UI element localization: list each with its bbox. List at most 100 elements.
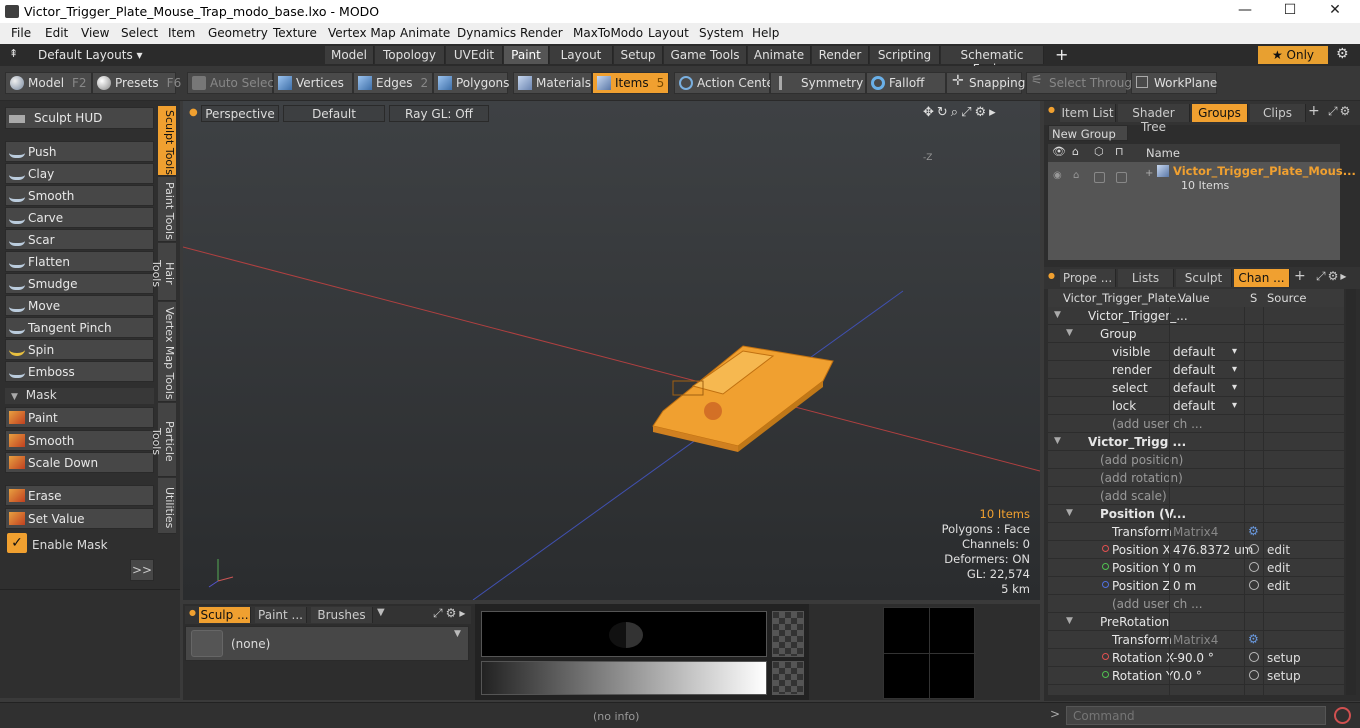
falloff-button[interactable]: Falloff xyxy=(866,72,946,94)
render-toggle-icon[interactable]: ⌂ xyxy=(1073,170,1079,181)
menu-layout[interactable]: Layout xyxy=(648,26,689,40)
enable-mask-checkbox[interactable]: ✓ xyxy=(7,533,27,553)
channel-value[interactable]: 0 m xyxy=(1173,579,1196,593)
command-input[interactable] xyxy=(1066,706,1326,725)
items-button[interactable]: Items 5 xyxy=(592,72,669,94)
tab-item-list[interactable]: Item List xyxy=(1060,104,1116,122)
menu-item[interactable]: Item xyxy=(168,26,195,40)
tab-properties[interactable]: Prope ... xyxy=(1060,269,1116,287)
channel-row[interactable]: (add scale) xyxy=(1048,487,1344,505)
group-row[interactable]: ◉ ⌂ + Victor_Trigger_Plate_Mous... 10 It… xyxy=(1048,162,1356,194)
tool-move[interactable]: Move xyxy=(5,295,154,316)
matrix-gear-icon[interactable]: ⚙ xyxy=(1248,524,1259,538)
panel-expand-icons[interactable]: ⤢⚙ xyxy=(1328,104,1352,119)
channel-value[interactable]: default xyxy=(1173,381,1215,395)
record-icon[interactable] xyxy=(1334,707,1351,724)
model-button[interactable]: Model F2 xyxy=(5,72,92,94)
tool-push[interactable]: Push xyxy=(5,141,154,162)
channel-row[interactable]: Position Z0 m edit xyxy=(1048,577,1344,595)
tab-paint[interactable]: Paint xyxy=(504,46,549,64)
tab-clips[interactable]: Clips xyxy=(1250,104,1306,122)
expand-button[interactable]: >> xyxy=(130,559,154,581)
polygons-button[interactable]: Polygons xyxy=(433,72,509,94)
tool-emboss[interactable]: Emboss xyxy=(5,361,154,382)
channel-value[interactable]: Matrix4 xyxy=(1173,633,1218,647)
menu-dynamics[interactable]: Dynamics xyxy=(457,26,516,40)
tool-scar[interactable]: Scar xyxy=(5,229,154,250)
channel-source[interactable]: setup xyxy=(1267,669,1301,683)
channel-row[interactable]: Rotation X -90.0 ° setup xyxy=(1048,649,1344,667)
channels-scrollbar[interactable] xyxy=(1346,289,1356,695)
default-layouts-dropdown[interactable]: Default Layouts ▾ xyxy=(38,48,143,62)
vertices-button[interactable]: Vertices1 xyxy=(273,72,360,94)
channel-source[interactable]: edit xyxy=(1267,543,1290,557)
menu-edit[interactable]: Edit xyxy=(45,26,68,40)
tab-uvedit[interactable]: UVEdit xyxy=(446,46,503,64)
menu-system[interactable]: System xyxy=(699,26,744,40)
channel-value[interactable]: 476.8372 um xyxy=(1173,543,1253,557)
state-circle-icon[interactable] xyxy=(1249,580,1259,590)
maximize-button[interactable]: ☐ xyxy=(1275,2,1305,20)
channel-row[interactable]: Position Y0 m edit xyxy=(1048,559,1344,577)
sculpt-hud-button[interactable]: Sculpt HUD xyxy=(5,107,154,129)
channel-row[interactable]: ▼ PreRotation xyxy=(1048,613,1344,631)
channel-row[interactable]: visible default ▾ xyxy=(1048,343,1344,361)
mask-smooth[interactable]: Smooth xyxy=(5,430,154,451)
gear-icon[interactable]: ⚙ xyxy=(1336,46,1349,62)
tab-animate[interactable]: Animate xyxy=(748,46,811,64)
add-tab-button[interactable]: + xyxy=(1055,45,1068,64)
select-toggle[interactable] xyxy=(1094,172,1105,183)
menu-animate[interactable]: Animate xyxy=(400,26,450,40)
channel-row[interactable]: ▼ Victor_Trigg ... xyxy=(1048,433,1344,451)
matrix-gear-icon[interactable]: ⚙ xyxy=(1248,632,1259,646)
channel-row[interactable]: ▼ Group xyxy=(1048,325,1344,343)
channel-source[interactable]: ▾ xyxy=(1232,364,1237,375)
channel-row[interactable]: ▼ Victor_Trigger_... xyxy=(1048,307,1344,325)
expand-plus-icon[interactable]: + xyxy=(1145,168,1153,179)
vtab-utilities[interactable]: Utilities xyxy=(158,478,176,534)
tab-paint-brush[interactable]: Paint ... xyxy=(255,607,307,623)
tab-groups[interactable]: Groups xyxy=(1192,104,1248,122)
tab-model[interactable]: Model xyxy=(325,46,374,64)
tab-sculpt[interactable]: Sculpt xyxy=(1176,269,1232,287)
collapse-arrow-icon[interactable]: ▼ xyxy=(1054,310,1061,320)
collapse-arrow-icon[interactable]: ▼ xyxy=(1066,508,1073,518)
tool-flatten[interactable]: Flatten xyxy=(5,251,154,272)
channel-source[interactable]: ▾ xyxy=(1232,382,1237,393)
vtab-particle-tools[interactable]: Particle Tools xyxy=(150,403,176,477)
channel-source[interactable]: edit xyxy=(1267,579,1290,593)
3d-viewport[interactable]: ● Perspective Default Ray GL: Off ✥↻⌕⤢⚙▸… xyxy=(183,101,1040,600)
tab-shader-tree[interactable]: Shader Tree xyxy=(1118,104,1190,134)
menu-texture[interactable]: Texture xyxy=(273,26,317,40)
render-icon[interactable]: ⌂ xyxy=(1072,145,1079,158)
mask-paint[interactable]: Paint xyxy=(5,407,154,428)
new-group-button[interactable]: New Group xyxy=(1048,125,1128,141)
tool-smooth[interactable]: Smooth xyxy=(5,185,154,206)
menu-file[interactable]: File xyxy=(11,26,31,40)
channel-value[interactable]: default xyxy=(1173,363,1215,377)
tab-dropdown-icon[interactable]: ▼ xyxy=(377,607,385,618)
tab-sculpt-brush[interactable]: Sculp ... xyxy=(199,607,251,623)
channel-value[interactable]: Matrix4 xyxy=(1173,525,1218,539)
collapse-arrow-icon[interactable]: ▼ xyxy=(1066,328,1073,338)
tab-scripting[interactable]: Scripting xyxy=(870,46,940,64)
tab-lists[interactable]: Lists xyxy=(1118,269,1174,287)
channel-value[interactable]: 0.0 ° xyxy=(1173,669,1202,683)
panel-expand-icons[interactable]: ⤢⚙▸ xyxy=(1316,269,1348,284)
action-center-button[interactable]: Action Center xyxy=(674,72,779,94)
vtab-sculpt-tools[interactable]: Sculpt Tools xyxy=(158,106,176,176)
tool-carve[interactable]: Carve xyxy=(5,207,154,228)
panel-expand-icons[interactable]: ⤢⚙▸ xyxy=(433,606,468,621)
menu-geometry[interactable]: Geometry xyxy=(208,26,268,40)
collapse-arrow-icon[interactable]: ▼ xyxy=(1054,436,1061,446)
tool-spin[interactable]: Spin xyxy=(5,339,154,360)
channel-row[interactable]: select default ▾ xyxy=(1048,379,1344,397)
only-toggle[interactable]: ★ Only xyxy=(1258,46,1328,64)
close-button[interactable]: ✕ xyxy=(1320,2,1350,20)
select-through-button[interactable]: ⚟ Select Through xyxy=(1026,72,1140,94)
tab-game-tools[interactable]: Game Tools xyxy=(664,46,747,64)
tab-layout[interactable]: Layout xyxy=(550,46,613,64)
menu-maxtomodo[interactable]: MaxToModo xyxy=(573,26,643,40)
menu-view[interactable]: View xyxy=(81,26,109,40)
tab-topology[interactable]: Topology xyxy=(375,46,445,64)
